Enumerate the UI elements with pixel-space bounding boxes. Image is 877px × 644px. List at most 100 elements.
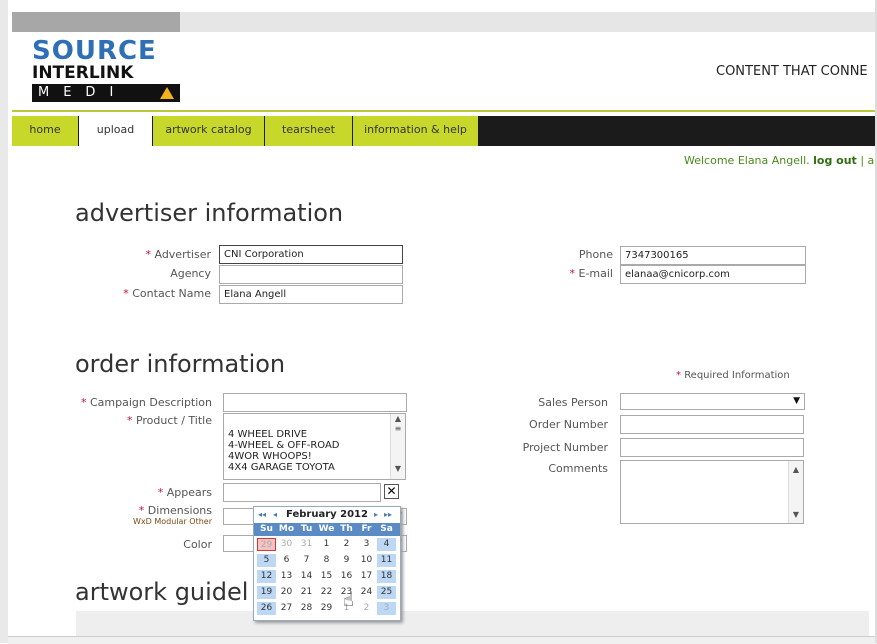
comments-scrollbar[interactable]: ▲ ▼: [788, 461, 803, 523]
order-number-input[interactable]: [620, 415, 804, 434]
calendar-day[interactable]: 15: [317, 570, 336, 583]
calendar-day[interactable]: 2: [357, 602, 376, 615]
clear-date-button[interactable]: ✕: [384, 484, 399, 499]
weekday-label: Su: [260, 524, 273, 534]
weekday-label: Tu: [300, 524, 313, 534]
next-month-icon[interactable]: ▸: [374, 507, 378, 523]
main-nav: home upload artwork catalog tearsheet in…: [12, 116, 877, 146]
sales-person-select[interactable]: ▼: [620, 393, 805, 410]
calendar-day[interactable]: 19: [257, 586, 276, 599]
contact-name-input[interactable]: Elana Angell: [219, 285, 403, 304]
calendar-weekday-row: Su Mo Tu We Th Fr Sa: [254, 523, 400, 536]
agency-input[interactable]: [219, 265, 403, 284]
calendar-day[interactable]: 11: [377, 554, 396, 567]
scroll-up-icon[interactable]: ▲: [391, 414, 405, 423]
email-label: * E-mail: [570, 267, 614, 280]
calendar-day[interactable]: 21: [297, 586, 316, 599]
agency-label: Agency: [170, 267, 211, 280]
calendar-day[interactable]: 22: [317, 586, 336, 599]
logo-line-interlink: INTERLINK: [32, 63, 134, 83]
tab-artwork-catalog[interactable]: artwork catalog: [153, 116, 265, 146]
nav-accent-line: [12, 110, 877, 112]
welcome-bar: Welcome Elana Angell. log out | acc: [684, 154, 877, 167]
weekday-label: Th: [340, 524, 353, 534]
calendar-month-title: February 2012: [286, 509, 368, 520]
phone-input[interactable]: 7347300165: [620, 246, 806, 265]
calendar-day[interactable]: 29: [317, 602, 336, 615]
calendar-day[interactable]: 3: [357, 538, 376, 551]
weekday-label: Fr: [361, 524, 372, 534]
calendar-day[interactable]: 18: [377, 570, 396, 583]
calendar-day[interactable]: 7: [297, 554, 316, 567]
campaign-label-text: Campaign Description: [89, 396, 212, 409]
calendar-day[interactable]: 26: [257, 602, 276, 615]
calendar-day[interactable]: 17: [357, 570, 376, 583]
calendar-day[interactable]: 2: [337, 538, 356, 551]
list-item[interactable]: 4WOR WHOOPS!: [228, 451, 340, 462]
calendar-day[interactable]: 24: [357, 586, 376, 599]
calendar-day[interactable]: 10: [357, 554, 376, 567]
product-listbox[interactable]: 4 WHEEL DRIVE 4-WHEEL & OFF-ROAD 4WOR WH…: [223, 413, 406, 480]
order-number-label: Order Number: [529, 418, 608, 431]
logout-link[interactable]: log out: [813, 154, 857, 167]
calendar-day[interactable]: 6: [277, 554, 296, 567]
list-item[interactable]: 4-WHEEL & OFF-ROAD: [228, 440, 340, 451]
calendar-day[interactable]: 1: [317, 538, 336, 551]
calendar-day[interactable]: 9: [337, 554, 356, 567]
hand-cursor-icon: ☝: [343, 590, 354, 611]
scroll-thumb-icon[interactable]: ≡: [391, 424, 405, 433]
calendar-day[interactable]: 5: [257, 554, 276, 567]
scroll-down-icon[interactable]: ▼: [789, 510, 803, 519]
tab-tearsheet[interactable]: tearsheet: [265, 116, 353, 146]
required-star-icon: *: [123, 287, 133, 300]
calendar-day[interactable]: 20: [277, 586, 296, 599]
project-number-input[interactable]: [620, 438, 804, 457]
advertiser-label: * Advertiser: [145, 248, 211, 261]
next-year-icon[interactable]: ▸▸: [384, 507, 392, 523]
comments-textarea[interactable]: ▲ ▼: [620, 460, 804, 524]
email-input[interactable]: elanaa@cnicorp.com: [620, 265, 806, 284]
calendar-day[interactable]: 8: [317, 554, 336, 567]
date-picker[interactable]: ◂◂ ◂ February 2012 ▸ ▸▸ Su Mo Tu We Th F…: [253, 506, 401, 621]
calendar-day[interactable]: 14: [297, 570, 316, 583]
calendar-day[interactable]: 31: [297, 538, 316, 551]
source-interlink-logo[interactable]: SOURCE INTERLINK MEDI: [32, 38, 202, 102]
calendar-day[interactable]: 25: [377, 586, 396, 599]
scroll-down-icon[interactable]: ▼: [391, 464, 405, 473]
phone-label: Phone: [578, 248, 613, 261]
calendar-day[interactable]: 30: [277, 538, 296, 551]
calendar-day[interactable]: 12: [257, 570, 276, 583]
list-item[interactable]: 4 WHEEL DRIVE: [228, 429, 340, 440]
chevron-down-icon: ▼: [793, 396, 800, 406]
calendar-day[interactable]: 29: [257, 538, 276, 551]
calendar-day[interactable]: 13: [277, 570, 296, 583]
required-star-icon: *: [569, 267, 579, 280]
appears-input[interactable]: [223, 483, 381, 502]
calendar-day[interactable]: 16: [337, 570, 356, 583]
appears-label-text: Appears: [166, 486, 212, 499]
campaign-label: * Campaign Description: [81, 396, 212, 409]
required-note-text: Required Information: [684, 370, 790, 381]
tab-upload[interactable]: upload: [79, 116, 153, 146]
logo-media-text: MEDI: [38, 85, 128, 100]
calendar-day[interactable]: 3: [377, 602, 396, 615]
weekday-label: Sa: [380, 524, 393, 534]
required-star-icon: *: [126, 414, 136, 427]
tab-information-help[interactable]: information & help: [353, 116, 479, 146]
top-strip: [12, 12, 877, 32]
scroll-up-icon[interactable]: ▲: [789, 465, 803, 474]
tab-home[interactable]: home: [12, 116, 79, 146]
top-strip-accent: [12, 12, 180, 32]
list-item[interactable]: 4X4 GARAGE TOYOTA: [228, 462, 340, 473]
campaign-input[interactable]: [223, 393, 407, 412]
calendar-day[interactable]: 4: [377, 538, 396, 551]
advertiser-label-text: Advertiser: [154, 248, 211, 261]
project-number-label: Project Number: [522, 441, 608, 454]
calendar-day[interactable]: 27: [277, 602, 296, 615]
product-scrollbar[interactable]: ▲ ≡ ▼: [390, 414, 405, 479]
product-label: * Product / Title: [127, 414, 212, 427]
calendar-day[interactable]: 28: [297, 602, 316, 615]
advertiser-input[interactable]: CNI Corporation: [219, 245, 403, 264]
required-star-icon: *: [138, 504, 148, 517]
contact-name-label-text: Contact Name: [132, 287, 211, 300]
